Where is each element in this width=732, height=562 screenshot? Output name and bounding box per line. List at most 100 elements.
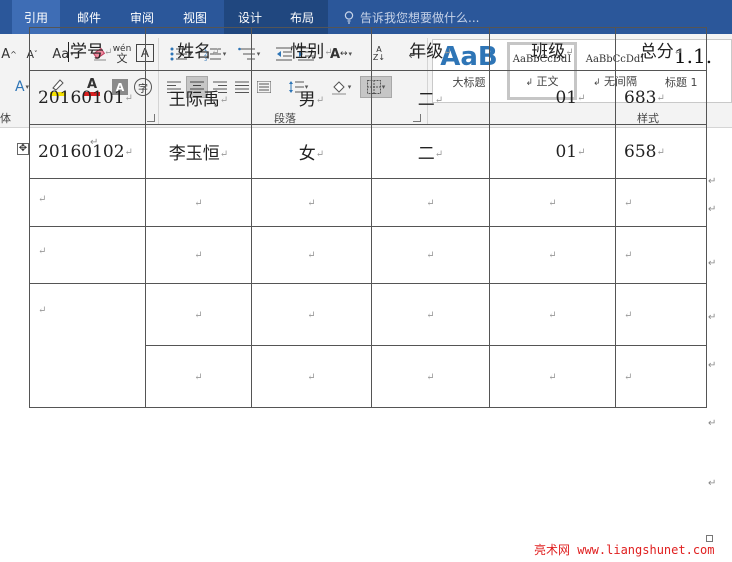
table-cell[interactable]: ↵ <box>615 283 707 346</box>
table-cell[interactable]: ↵ <box>489 283 616 346</box>
cell-mark: ↵ <box>315 149 325 160</box>
cell-mark: ↵ <box>324 46 333 58</box>
cell-mark: ↵ <box>548 309 557 321</box>
cell-mark: ↵ <box>426 309 435 321</box>
table-cell[interactable]: ↵ <box>371 345 490 408</box>
header-text: 姓名 <box>177 41 212 62</box>
table-header-row: 学号↵ 姓名↵ 性别↵ 年级↵ 班级↵ 总分↵ <box>29 27 707 71</box>
cell-mark: ↵ <box>624 371 633 383</box>
cell-text: 01 <box>555 141 578 162</box>
search-placeholder: 告诉我您想要做什么... <box>360 11 480 25</box>
table-row: 20160101↵ 王际禹↵ 男↵ 二↵ 01↵ 683↵ <box>29 70 707 125</box>
table-cell[interactable]: ↵ <box>145 178 252 227</box>
row-end-mark: ↵ <box>708 312 717 323</box>
table-move-handle[interactable]: ✥ <box>17 143 29 155</box>
header-text: 性别 <box>290 41 325 62</box>
cell-mark: ↵ <box>38 305 47 316</box>
cell-mark: ↵ <box>104 46 113 58</box>
row-end-mark: ↵ <box>708 176 717 187</box>
header-cell-gender[interactable]: 性别↵ <box>251 27 372 71</box>
table-cell[interactable]: ↵ <box>371 283 490 346</box>
row-end-mark: ↵ <box>708 478 717 489</box>
table-cell[interactable]: ↵ <box>489 226 616 284</box>
student-score-table: 学号↵ 姓名↵ 性别↵ 年级↵ 班级↵ 总分↵ 20160101↵ 王际禹↵ 男… <box>29 27 707 408</box>
cell-mark: ↵ <box>443 46 452 58</box>
cell-mark: ↵ <box>624 197 633 209</box>
table-cell[interactable]: 20160101↵ <box>29 70 146 125</box>
cell-mark: ↵ <box>656 92 665 104</box>
table-cell[interactable]: ↵ <box>489 345 616 408</box>
cell-mark: ↵ <box>219 149 229 160</box>
table-row-empty: ↵ ↵ ↵ ↵ ↵ ↵ <box>29 283 707 408</box>
table-cell[interactable]: ↵ <box>615 178 707 227</box>
cell-text: 王际禹 <box>168 90 220 110</box>
cell-mark: ↵ <box>577 146 586 158</box>
cell-mark: ↵ <box>307 309 316 321</box>
cell-mark: ↵ <box>307 250 316 261</box>
header-cell-total[interactable]: 总分↵ <box>615 27 707 71</box>
table-cell[interactable]: ↵ <box>145 345 252 408</box>
header-cell-class[interactable]: 班级↵ <box>489 27 616 71</box>
table-cell[interactable]: ↵ <box>371 178 490 227</box>
table-cell[interactable]: ↵ <box>251 226 372 284</box>
cell-mark: ↵ <box>38 246 47 257</box>
cell-mark: ↵ <box>673 46 683 58</box>
cell-mark: ↵ <box>315 95 325 106</box>
row-end-mark: ↵ <box>708 418 717 429</box>
table-cell[interactable]: ↵ <box>251 345 372 408</box>
table-cell[interactable]: 女↵ <box>251 124 372 179</box>
cell-mark: ↵ <box>565 46 574 58</box>
table-cell[interactable]: 男↵ <box>251 70 372 125</box>
site-watermark: 亮术网 www.liangshunet.com <box>534 543 715 557</box>
merged-table-cell[interactable]: ↵ <box>29 283 146 408</box>
cell-mark: ↵ <box>219 95 229 106</box>
table-cell[interactable]: ↵ <box>489 178 616 227</box>
table-cell[interactable]: 658↵ <box>615 124 707 179</box>
table-cell[interactable]: ↵ <box>251 283 372 346</box>
cell-mark: ↵ <box>434 95 444 106</box>
table-cell[interactable]: 王际禹↵ <box>145 70 252 125</box>
cell-text: 658 <box>624 141 657 162</box>
cell-mark: ↵ <box>624 250 633 261</box>
table-row-empty: ↵ ↵ ↵ ↵ ↵ ↵ <box>29 226 707 284</box>
row-end-mark: ↵ <box>708 258 717 269</box>
cell-text: 20160101 <box>38 87 125 108</box>
cell-mark: ↵ <box>548 197 557 209</box>
cell-mark: ↵ <box>38 194 47 205</box>
header-cell-grade[interactable]: 年级↵ <box>371 27 490 71</box>
table-cell[interactable]: 01↵ <box>489 70 616 125</box>
grow-font-button[interactable]: A ^ <box>0 44 18 64</box>
header-cell-name[interactable]: 姓名↵ <box>145 27 252 71</box>
lightbulb-icon <box>344 11 354 24</box>
header-text: 班级 <box>531 41 566 62</box>
cell-mark: ↵ <box>577 92 586 104</box>
table-cell[interactable]: 683↵ <box>615 70 707 125</box>
table-cell[interactable]: 二↵ <box>371 124 490 179</box>
table-cell[interactable]: ↵ <box>615 345 707 408</box>
cell-mark: ↵ <box>548 250 557 261</box>
cell-mark: ↵ <box>124 92 133 104</box>
table-cell[interactable]: ↵ <box>29 178 146 227</box>
cell-mark: ↵ <box>124 146 133 158</box>
table-cell[interactable]: ↵ <box>251 178 372 227</box>
font-group-label: 体 <box>0 112 11 125</box>
table-cell[interactable]: ↵ <box>145 226 252 284</box>
cell-mark: ↵ <box>434 149 444 160</box>
table-cell[interactable]: 01↵ <box>489 124 616 179</box>
cell-text: 01 <box>555 87 578 108</box>
table-cell[interactable]: ↵ <box>29 226 146 284</box>
table-cell[interactable]: 20160102↵ <box>29 124 146 179</box>
table-cell[interactable]: 李玉恒↵ <box>145 124 252 179</box>
cell-mark: ↵ <box>656 146 665 158</box>
header-cell-student-id[interactable]: 学号↵ <box>29 27 146 71</box>
header-text: 总分 <box>639 41 674 62</box>
row-end-mark: ↵ <box>708 360 717 371</box>
table-cell[interactable]: 二↵ <box>371 70 490 125</box>
table-cell[interactable]: ↵ <box>615 226 707 284</box>
cell-mark: ↵ <box>194 250 203 261</box>
cell-text: 李玉恒 <box>168 144 220 164</box>
table-cell[interactable]: ↵ <box>371 226 490 284</box>
cell-text: 二 <box>417 90 435 110</box>
cell-mark: ↵ <box>426 371 435 383</box>
table-cell[interactable]: ↵ <box>145 283 252 346</box>
